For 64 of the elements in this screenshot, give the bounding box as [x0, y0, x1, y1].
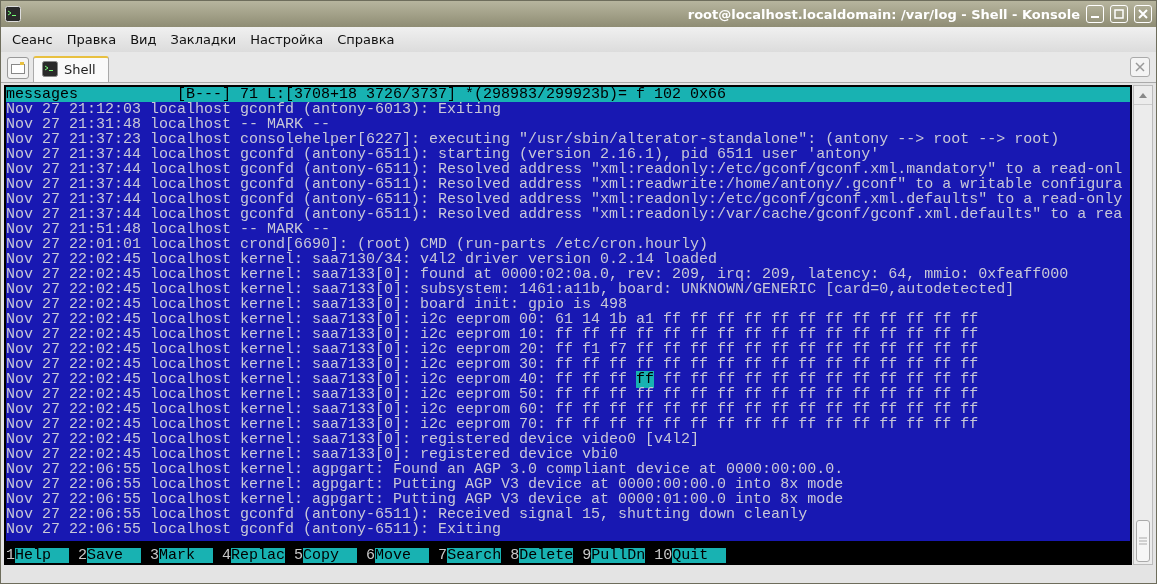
scrollbar[interactable]	[1133, 85, 1153, 565]
log-line: Nov 27 21:37:44 localhost gconfd (antony-6511): Resolved address "xml:readonly:/var/cache/gconf/gconf.xml.defaults" to a rea	[6, 207, 1124, 222]
window-title: root@localhost.localdomain: /var/log - Shell - Konsole	[687, 6, 1080, 22]
menu-item[interactable]: Справка	[330, 30, 402, 49]
log-line: Nov 27 22:02:45 localhost kernel: saa7133[0]: i2c eeprom 30: ff ff ff ff ff ff ff ff ff ff ff ff ff ff ff ff	[6, 357, 980, 372]
terminal-icon	[42, 61, 58, 77]
function-key[interactable]: Search	[447, 548, 502, 563]
log-line: Nov 27 22:02:45 localhost kernel: saa7133[0]: i2c eeprom 70: ff ff ff ff ff ff ff ff ff ff ff ff ff ff ff ff	[6, 417, 980, 432]
function-key[interactable]: Copy	[303, 548, 358, 563]
log-line: Nov 27 21:37:44 localhost gconfd (antony-6511): Resolved address "xml:readonly:/etc/gconf/gconf.xml.mandatory" to a read-onl	[6, 162, 1124, 177]
log-line: Nov 27 22:02:45 localhost kernel: saa7133[0]: i2c eeprom 40: ff ff ff	[6, 371, 629, 388]
scroll-up-icon[interactable]	[1138, 91, 1148, 99]
function-key[interactable]: Help	[15, 548, 69, 563]
log-line: Nov 27 22:06:55 localhost gconfd (antony-6511): Exiting	[6, 522, 503, 537]
new-tab-button[interactable]	[7, 57, 29, 79]
maximize-icon	[1114, 9, 1124, 19]
function-key[interactable]: Delete	[519, 548, 574, 563]
log-line: Nov 27 21:31:48 localhost -- MARK --	[6, 117, 331, 132]
menu-item[interactable]: Правка	[59, 30, 124, 49]
log-line: Nov 27 22:02:45 localhost kernel: saa7133[0]: i2c eeprom 20: ff f1 f7 ff ff ff ff ff ff ff ff ff ff ff ff ff	[6, 342, 980, 357]
log-line: Nov 27 22:02:45 localhost kernel: saa7133[0]: registered device video0 [v4l2]	[6, 432, 701, 447]
log-line: Nov 27 22:02:45 localhost kernel: saa7133[0]: i2c eeprom 50: ff ff ff ff ff ff ff ff ff ff ff ff ff ff ff ff	[6, 387, 980, 402]
menu-item[interactable]: Сеанс	[5, 30, 60, 49]
function-key[interactable]: Move	[375, 548, 430, 563]
function-key[interactable]: Mark	[159, 548, 214, 563]
menu-item[interactable]: Настройка	[243, 30, 331, 49]
log-line: Nov 27 22:02:45 localhost kernel: saa7133[0]: registered device vbi0	[6, 447, 619, 462]
function-key[interactable]: Quit	[672, 548, 727, 563]
log-line: Nov 27 22:02:45 localhost kernel: saa7133[0]: i2c eeprom 10: ff ff ff ff ff ff ff ff ff ff ff ff ff ff ff ff	[6, 327, 980, 342]
close-tab-button[interactable]	[1130, 57, 1150, 77]
log-line: Nov 27 22:02:45 localhost kernel: saa7133[0]: board init: gpio is 498	[6, 297, 629, 312]
grip-icon	[1138, 536, 1148, 546]
log-line: Nov 27 22:06:55 localhost kernel: agpgart: Found an AGP 3.0 compliant device at 0000:00:00.0.	[6, 462, 845, 477]
log-line: Nov 27 22:06:55 localhost gconfd (antony-6511): Received signal 15, shutting down cleanly	[6, 507, 809, 522]
close-icon	[1135, 62, 1145, 72]
log-line: Nov 27 22:02:45 localhost kernel: saa7133[0]: i2c eeprom 00: 61 14 1b a1 ff ff ff ff ff ff ff ff ff ff ff ff	[6, 312, 980, 327]
log-line: Nov 27 21:51:48 localhost -- MARK --	[6, 222, 331, 237]
log-line: Nov 27 22:02:45 localhost kernel: saa7133[0]: subsystem: 1461:a11b, board: UNKNOWN/GENERIC [card=0,autodetected]	[6, 282, 1016, 297]
log-line: Nov 27 22:01:01 localhost crond[6690]: (root) CMD (run-parts /etc/cron.hourly)	[6, 237, 709, 252]
function-key[interactable]: Replac	[231, 548, 286, 563]
close-button[interactable]	[1134, 5, 1152, 23]
log-line: Nov 27 22:06:55 localhost kernel: agpgart: Putting AGP V3 device at 0000:01:00.0 into 8x mode	[6, 492, 845, 507]
minimize-button[interactable]	[1086, 5, 1104, 23]
close-icon	[1138, 9, 1148, 19]
log-line: Nov 27 21:12:03 localhost gconfd (antony-6013): Exiting	[6, 102, 502, 117]
log-line: Nov 27 21:37:44 localhost gconfd (antony-6511): starting (version 2.16.1), pid 6511 user 'antony'	[6, 147, 880, 162]
log-line: Nov 27 21:37:23 localhost consolehelper[6227]: executing "/usr/sbin/alterator-standalone": (antony --> root --> root)	[6, 132, 1061, 147]
function-key[interactable]: PullDn	[591, 548, 646, 563]
log-line: Nov 27 21:37:44 localhost gconfd (antony-6511): Resolved address "xml:readonly:/etc/gconf/gconf.xml.defaults" to a read-only	[6, 192, 1124, 207]
tab[interactable]: Shell	[33, 56, 109, 82]
cursor: ff	[636, 371, 655, 388]
log-line: Nov 27 22:02:45 localhost kernel: saa7133[0]: found at 0000:02:0a.0, rev: 209, irq: 209, latency: 64, mmio: 0xfeaff000	[6, 267, 1070, 282]
maximize-button[interactable]	[1110, 5, 1128, 23]
log-line: Nov 27 21:37:44 localhost gconfd (antony-6511): Resolved address "xml:readwrite:/home/antony/.gconf" to a writable configura	[6, 177, 1124, 192]
menu-item[interactable]: Закладки	[163, 30, 244, 49]
log-line: Nov 27 22:02:45 localhost kernel: saa7130/34: v4l2 driver version 0.2.14 loaded	[6, 252, 718, 267]
minimize-icon	[1091, 16, 1099, 18]
terminal-icon	[5, 6, 21, 22]
folder-icon	[11, 62, 25, 74]
log-line: Nov 27 22:02:45 localhost kernel: saa7133[0]: i2c eeprom 60: ff ff ff ff ff ff ff ff ff ff ff ff ff ff ff ff	[6, 402, 980, 417]
log-line: ff ff ff ff ff ff ff ff ff ff ff ff	[662, 371, 979, 388]
menu-item[interactable]: Вид	[123, 30, 164, 49]
log-line: Nov 27 22:06:55 localhost kernel: agpgart: Putting AGP V3 device at 0000:00:00.0 into 8x mode	[6, 477, 845, 492]
function-key[interactable]: Save	[87, 548, 142, 563]
